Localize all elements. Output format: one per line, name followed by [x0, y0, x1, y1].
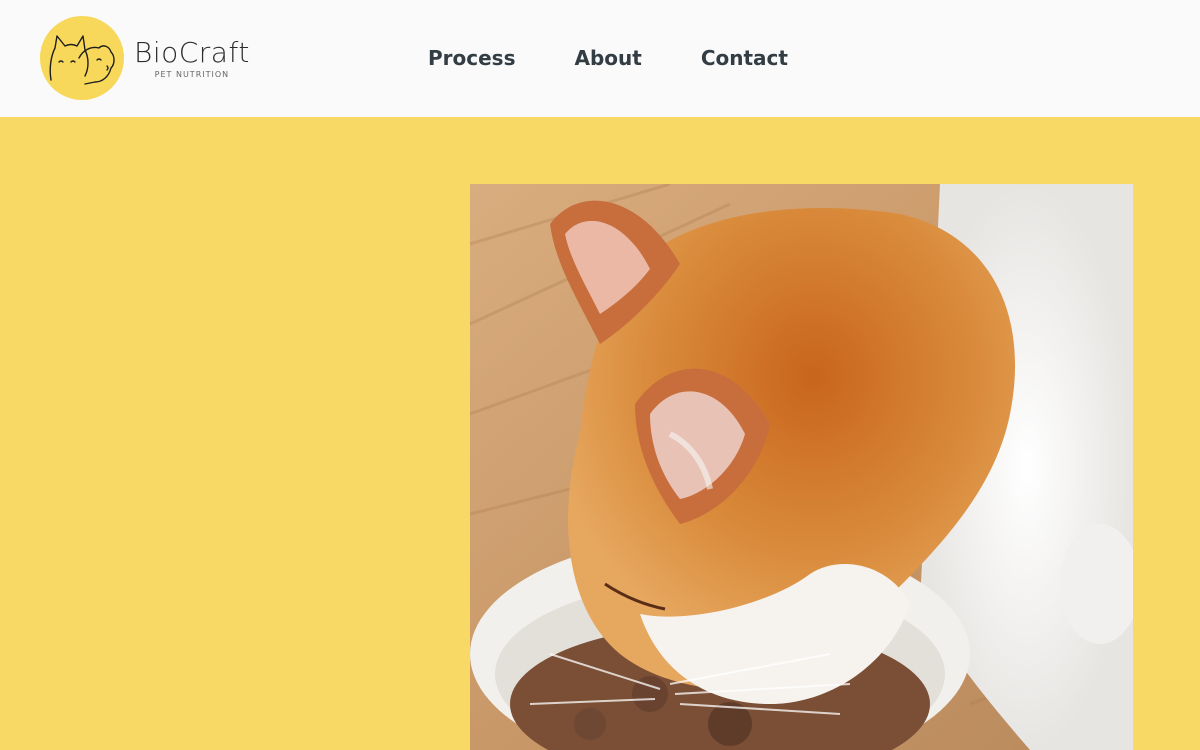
- main-nav: Process About Contact: [428, 44, 788, 72]
- logo-icon: [40, 16, 124, 100]
- cat-eating-photo: [470, 184, 1133, 750]
- brand-name: BioCraft: [134, 35, 250, 69]
- nav-item-process[interactable]: Process: [428, 44, 516, 72]
- brand-logo-link[interactable]: BioCraft PET NUTRITION: [40, 16, 250, 100]
- nav-item-about[interactable]: About: [575, 44, 642, 72]
- nav-item-contact[interactable]: Contact: [701, 44, 788, 72]
- site-header: BioCraft PET NUTRITION Process About Con…: [0, 0, 1200, 117]
- brand-tagline: PET NUTRITION: [154, 69, 230, 79]
- logo-text: BioCraft PET NUTRITION: [134, 35, 250, 79]
